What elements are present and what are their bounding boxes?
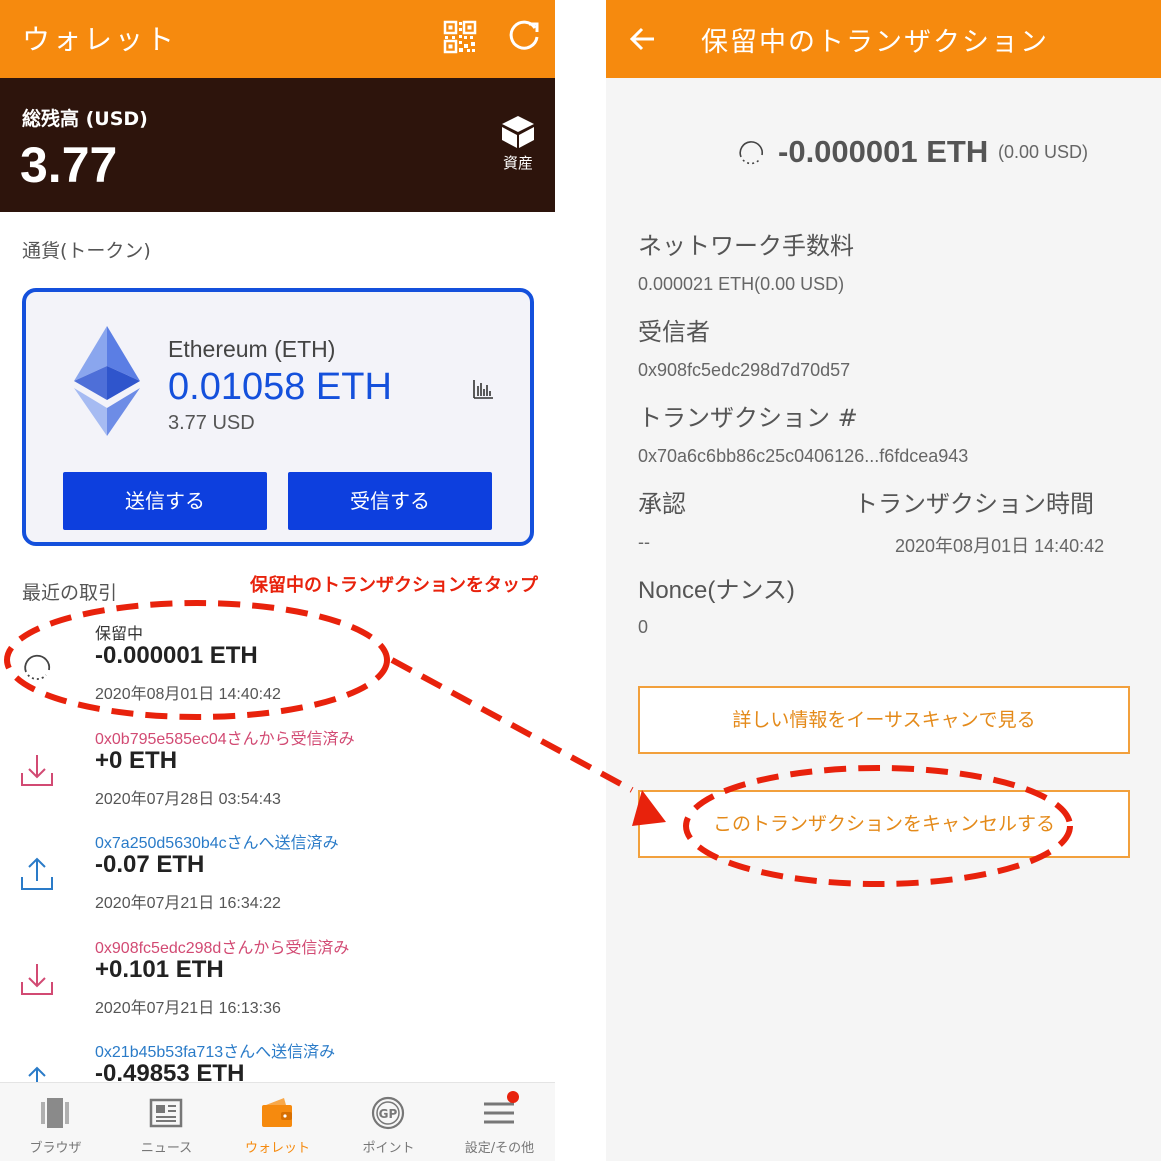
recent-section-title: 最近の取引 (22, 582, 118, 604)
pending-amount: -0.000001 ETH (778, 134, 989, 169)
gp-points-icon: GP (371, 1096, 405, 1130)
txid-value: 0x70a6c6bb86c25c0406126...f6fdcea943 (638, 446, 969, 466)
balance-label: 総残高 (USD) (22, 108, 148, 130)
news-icon (149, 1098, 183, 1128)
screenshot-root: ウォレット 総残高 (USD) 3.77 資産 通貨(トークン) Ethereu… (0, 0, 1161, 1161)
tx-counterparty: 0x0b795e585ec04さんから受信済み (95, 731, 355, 748)
assets-label: 資産 (502, 154, 533, 172)
transaction-row[interactable]: 0x908fc5edc298dさんから受信済み +0.101 ETH 2020年… (0, 934, 555, 1038)
bottom-navigation: ブラウザ ニュース ウォレット GP ポイント 設定/その他 (0, 1082, 555, 1161)
tokens-section-title: 通貨(トークン) (22, 240, 151, 262)
tx-counterparty: 0x908fc5edc298dさんから受信済み (95, 940, 350, 957)
pending-spinner-icon (739, 141, 763, 165)
wallet-title: ウォレット (22, 23, 178, 56)
confirmations-label: 承認 (638, 490, 686, 518)
nav-label: ブラウザ (29, 1141, 82, 1156)
nav-points[interactable]: GP ポイント (333, 1083, 444, 1161)
wallet-screen: ウォレット 総残高 (USD) 3.77 資産 通貨(トークン) Ethereu… (0, 0, 555, 1161)
tx-date: 2020年07月21日 16:13:36 (95, 1000, 281, 1017)
wallet-app-bar: ウォレット (0, 0, 555, 78)
nav-wallet[interactable]: ウォレット (222, 1083, 333, 1161)
qr-code-icon[interactable] (443, 20, 477, 54)
chart-icon[interactable] (472, 378, 494, 400)
svg-text:GP: GP (379, 1107, 398, 1121)
nav-label: 設定/その他 (464, 1141, 535, 1156)
tx-time-label: トランザクション時間 (854, 490, 1094, 518)
cancel-transaction-button[interactable]: このトランザクションをキャンセルする (638, 790, 1130, 858)
receive-arrow-icon (21, 755, 53, 786)
tx-amount: -0.000001 ETH (95, 642, 258, 669)
balance-value: 3.77 (20, 137, 118, 193)
transaction-row[interactable]: 0x7a250d5630b4cさんへ送信済み -0.07 ETH 2020年07… (0, 829, 555, 933)
total-balance-card: 総残高 (USD) 3.77 資産 (0, 78, 555, 212)
nav-label: ニュース (140, 1141, 193, 1156)
tx-date: 2020年08月01日 14:40:42 (95, 686, 281, 703)
view-on-etherscan-button[interactable]: 詳しい情報をイーサスキャンで見る (638, 686, 1130, 754)
transaction-row-pending[interactable]: 保留中 -0.000001 ETH 2020年08月01日 14:40:42 (0, 620, 555, 724)
nav-label: ポイント (362, 1141, 415, 1156)
receive-arrow-icon (21, 964, 53, 995)
pending-spinner-icon (24, 654, 51, 680)
annotation-tap-pending: 保留中のトランザクションをタップ (250, 575, 538, 596)
tx-amount: +0 ETH (95, 747, 178, 774)
pending-amount-usd: (0.00 USD) (998, 142, 1089, 162)
txid-label: トランザクション # (638, 404, 858, 432)
recipient-label: 受信者 (638, 318, 710, 346)
detail-app-bar: 保留中のトランザクション (606, 0, 1161, 78)
tx-status: 保留中 (95, 626, 144, 643)
token-name: Ethereum (ETH) (168, 336, 336, 362)
tx-amount: +0.101 ETH (95, 956, 224, 983)
detail-title: 保留中のトランザクション (701, 27, 1049, 58)
eth-token-card[interactable]: Ethereum (ETH) 0.01058 ETH 3.77 USD 送信する… (22, 288, 534, 546)
cube-icon (502, 116, 534, 148)
token-usd-value: 3.77 USD (168, 412, 255, 434)
wallet-icon (262, 1098, 292, 1127)
browser-icon (41, 1098, 69, 1128)
nav-label: ウォレット (244, 1141, 310, 1156)
tx-time-value: 2020年08月01日 14:40:42 (895, 536, 1105, 556)
transaction-row[interactable]: 0x0b795e585ec04さんから受信済み +0 ETH 2020年07月2… (0, 725, 555, 829)
nonce-value: 0 (638, 617, 649, 637)
fee-label: ネットワーク手数料 (638, 232, 854, 260)
recipient-value: 0x908fc5edc298d7d70d57 (638, 360, 851, 380)
ethereum-logo-icon (74, 326, 140, 436)
send-button[interactable]: 送信する (63, 472, 267, 530)
tx-amount: -0.07 ETH (95, 851, 205, 878)
send-arrow-icon (21, 857, 53, 890)
nav-news[interactable]: ニュース (111, 1083, 222, 1161)
pending-transaction-screen: 保留中のトランザクション -0.000001 ETH (0.00 USD) ネッ… (606, 0, 1161, 1161)
tx-counterparty: 0x21b45b53fa713さんへ送信済み (95, 1044, 336, 1061)
back-arrow-icon[interactable] (628, 22, 658, 56)
fee-value: 0.000021 ETH(0.00 USD) (638, 274, 845, 294)
tx-date: 2020年07月28日 03:54:43 (95, 791, 281, 808)
token-amount: 0.01058 ETH (168, 366, 392, 408)
assets-button[interactable]: 資産 (498, 114, 538, 176)
nav-browser[interactable]: ブラウザ (0, 1083, 111, 1161)
tx-counterparty: 0x7a250d5630b4cさんへ送信済み (95, 835, 339, 852)
tx-date: 2020年07月21日 16:34:22 (95, 895, 281, 912)
notification-dot (507, 1091, 519, 1103)
nonce-label: Nonce(ナンス) (638, 577, 795, 604)
nav-settings[interactable]: 設定/その他 (444, 1083, 555, 1161)
refresh-icon[interactable] (505, 18, 543, 56)
confirmations-value: -- (638, 532, 650, 552)
receive-button[interactable]: 受信する (288, 472, 492, 530)
